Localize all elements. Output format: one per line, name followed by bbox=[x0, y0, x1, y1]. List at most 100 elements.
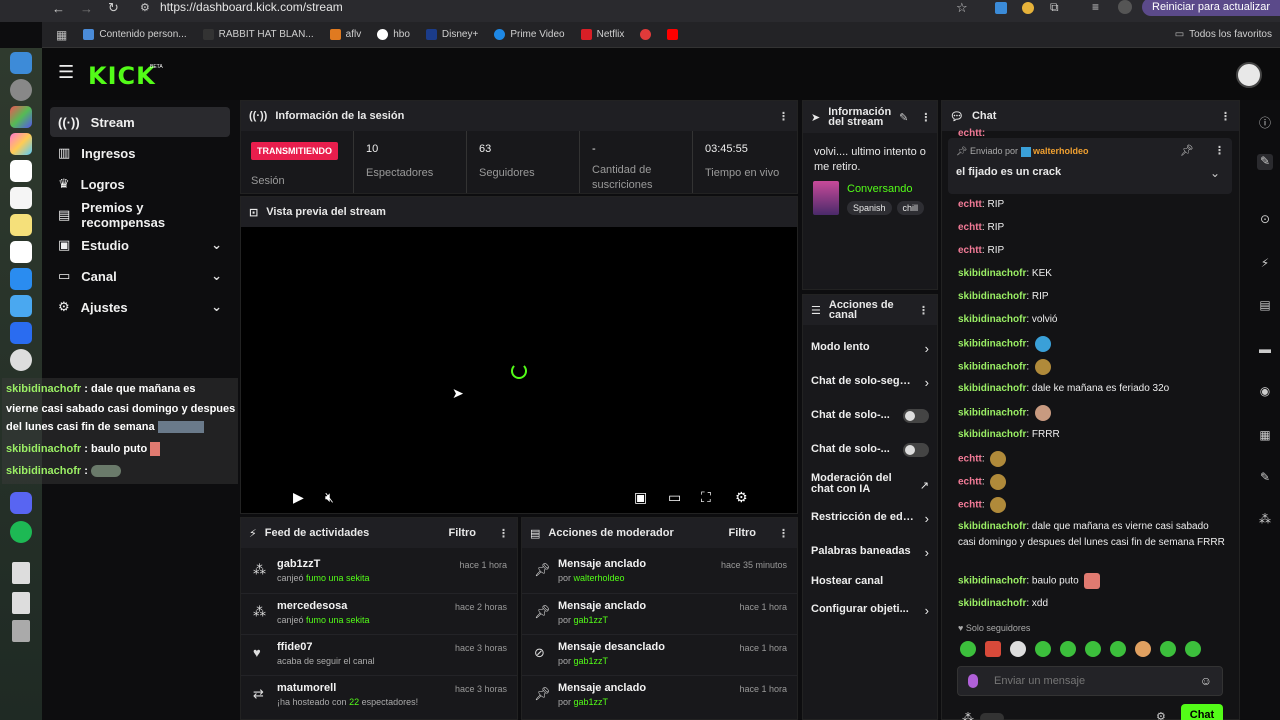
app-store-icon[interactable] bbox=[10, 268, 32, 290]
chat-username[interactable]: echtt bbox=[958, 454, 982, 465]
spotify-icon[interactable] bbox=[10, 521, 32, 543]
edit-icon[interactable]: ✎ bbox=[1257, 154, 1273, 170]
document-icon[interactable] bbox=[12, 562, 30, 584]
chat-username[interactable]: skibidinachofr bbox=[958, 268, 1026, 279]
more-options-icon[interactable]: ⋮ bbox=[920, 111, 931, 124]
toggle-switch[interactable] bbox=[980, 713, 1004, 720]
apps-grid-icon[interactable]: ▦ bbox=[56, 28, 67, 42]
address-bar[interactable]: https://dashboard.kick.com/stream bbox=[160, 0, 343, 14]
more-options-icon[interactable]: ⋮ bbox=[1214, 144, 1225, 157]
more-options-icon[interactable]: ⋮ bbox=[778, 110, 789, 123]
system-settings-icon[interactable] bbox=[10, 79, 32, 101]
notes-icon[interactable] bbox=[10, 214, 32, 236]
emote-button[interactable] bbox=[1085, 641, 1101, 657]
emote-button[interactable] bbox=[1135, 641, 1151, 657]
unpin-icon[interactable]: 📌︎ bbox=[1180, 144, 1194, 157]
emote-button[interactable] bbox=[985, 641, 1001, 657]
emote-only-toggle[interactable] bbox=[903, 443, 929, 457]
fullscreen-icon[interactable]: ⛶ bbox=[701, 489, 711, 506]
bookmark-item[interactable]: Disney+ bbox=[425, 29, 478, 40]
bookmark-item[interactable]: aflv bbox=[329, 29, 361, 40]
emote-button[interactable] bbox=[1110, 641, 1126, 657]
bookmark-item[interactable]: Netflix bbox=[580, 29, 624, 40]
chat-username[interactable]: skibidinachofr bbox=[958, 429, 1026, 440]
chevron-down-icon[interactable]: ⌄ bbox=[1210, 166, 1220, 180]
sub-only-toggle[interactable] bbox=[903, 409, 929, 423]
chat-username[interactable]: skibidinachofr bbox=[958, 291, 1026, 302]
chat-username[interactable]: echtt bbox=[958, 222, 982, 233]
sidebar-item-ajustes[interactable]: ⚙ Ajustes ⌄ bbox=[50, 292, 230, 322]
calendar-icon[interactable] bbox=[10, 160, 32, 182]
forward-icon[interactable]: → bbox=[80, 1, 93, 16]
reload-icon[interactable]: ↻ bbox=[108, 0, 119, 16]
sidebar-item-stream[interactable]: ((·)) Stream bbox=[50, 107, 230, 137]
document-icon[interactable]: ▤ bbox=[1257, 298, 1273, 314]
more-options-icon[interactable]: ⋮ bbox=[1220, 110, 1231, 123]
back-icon[interactable]: ← bbox=[52, 1, 65, 16]
chat-username[interactable]: echtt bbox=[958, 199, 982, 210]
host-channel-row[interactable]: Hostear canal bbox=[803, 575, 939, 591]
chat-username[interactable]: skibidinachofr bbox=[958, 362, 1026, 373]
extension-icon[interactable] bbox=[995, 2, 1007, 14]
bookmark-item[interactable]: Contenido person... bbox=[83, 29, 187, 40]
slow-mode-row[interactable]: Modo lento › bbox=[803, 341, 939, 357]
all-bookmarks-folder[interactable]: ▭ Todos los favoritos bbox=[1175, 29, 1272, 40]
points-icon[interactable]: ⁂ bbox=[962, 711, 974, 720]
extension-icon[interactable] bbox=[1022, 2, 1034, 14]
profile-avatar[interactable] bbox=[1118, 0, 1132, 14]
category-link[interactable]: Conversando bbox=[847, 183, 912, 195]
discord-icon[interactable] bbox=[10, 492, 32, 514]
sidebar-item-ingresos[interactable]: ▥ Ingresos bbox=[50, 138, 230, 168]
chat-bubble-icon[interactable]: ▬ bbox=[1257, 342, 1273, 358]
user-avatar[interactable] bbox=[1236, 62, 1262, 88]
kick-logo[interactable]: KICK bbox=[88, 62, 156, 90]
chrome-icon[interactable] bbox=[10, 349, 32, 371]
banned-words-row[interactable]: Palabras baneadas › bbox=[803, 545, 939, 561]
sidebar-item-canal[interactable]: ▭ Canal ⌄ bbox=[50, 261, 230, 291]
sidebar-item-premios[interactable]: ▤ Premios y recompensas bbox=[50, 200, 230, 230]
chat-username[interactable]: skibidinachofr bbox=[958, 339, 1026, 350]
bookmark-item[interactable] bbox=[640, 29, 652, 40]
safari-icon[interactable] bbox=[10, 295, 32, 317]
emoji-icon[interactable]: ☺ bbox=[1200, 674, 1212, 688]
points-icon[interactable]: ⁂ bbox=[1257, 512, 1273, 528]
configure-goals-row[interactable]: Configurar objeti... › bbox=[803, 603, 939, 619]
sidebar-item-logros[interactable]: ♛ Logros bbox=[50, 169, 230, 199]
more-options-icon[interactable]: ⋮ bbox=[918, 304, 929, 317]
photos-icon[interactable] bbox=[10, 133, 32, 155]
settings-icon[interactable]: ⚙ bbox=[735, 489, 748, 506]
mute-icon[interactable]: 🔇︎ bbox=[325, 489, 334, 506]
filter-button[interactable]: Filtro bbox=[729, 527, 757, 539]
dashboard-icon[interactable]: ▦ bbox=[1257, 428, 1273, 444]
star-icon[interactable]: ☆ bbox=[956, 0, 968, 16]
chat-send-button[interactable]: Chat bbox=[1181, 704, 1223, 720]
freeform-icon[interactable] bbox=[10, 241, 32, 263]
emote-button[interactable] bbox=[1060, 641, 1076, 657]
restart-update-button[interactable]: Reiniciar para actualizar bbox=[1142, 0, 1280, 16]
theater-icon[interactable]: ▭ bbox=[668, 489, 681, 506]
bookmark-item[interactable] bbox=[667, 29, 679, 40]
info-icon[interactable]: ⓘ bbox=[1257, 114, 1273, 130]
filter-button[interactable]: Filtro bbox=[449, 527, 477, 539]
media-icon[interactable]: ≡ bbox=[1092, 0, 1099, 14]
bookmark-item[interactable]: RABBIT HAT BLAN... bbox=[202, 29, 314, 40]
category-thumbnail[interactable] bbox=[813, 181, 839, 215]
wrench-icon[interactable]: ✎ bbox=[1257, 470, 1273, 486]
emote-button[interactable] bbox=[960, 641, 976, 657]
chat-message-input[interactable] bbox=[994, 673, 1194, 689]
chat-username[interactable]: echtt bbox=[958, 477, 982, 488]
launchpad-icon[interactable] bbox=[10, 106, 32, 128]
finder-icon[interactable] bbox=[10, 52, 32, 74]
chat-username[interactable]: echtt bbox=[958, 500, 982, 511]
roblox-icon[interactable] bbox=[10, 322, 32, 344]
site-info-icon[interactable]: ⚙ bbox=[140, 1, 150, 14]
trash-icon[interactable] bbox=[12, 620, 30, 642]
tag-chip[interactable]: chill bbox=[896, 201, 925, 215]
edit-icon[interactable]: ✎ bbox=[899, 111, 908, 124]
bookmark-item[interactable]: hbo bbox=[377, 29, 410, 40]
more-options-icon[interactable]: ⋮ bbox=[498, 527, 509, 540]
reminders-icon[interactable] bbox=[10, 187, 32, 209]
followers-only-row[interactable]: Chat de solo-seguidores› bbox=[803, 375, 939, 391]
emote-button[interactable] bbox=[1160, 641, 1176, 657]
more-options-icon[interactable]: ⋮ bbox=[778, 527, 789, 540]
